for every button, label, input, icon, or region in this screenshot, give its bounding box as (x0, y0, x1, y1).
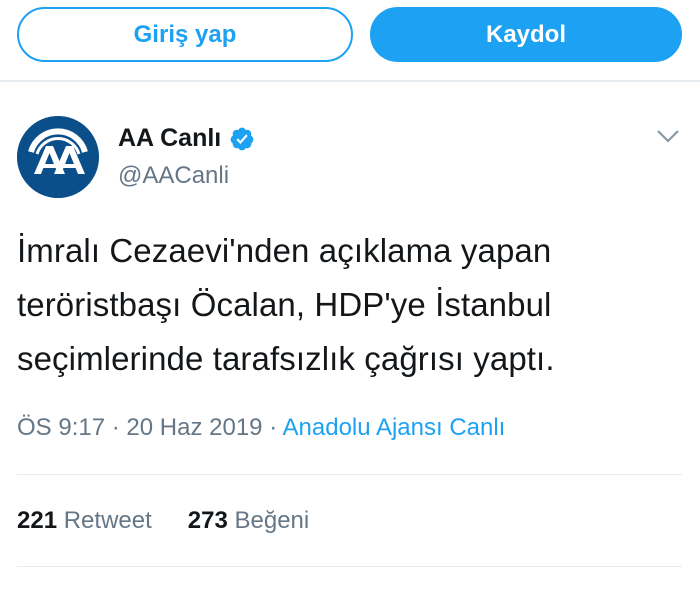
tweet-text-line: seçimlerinde tarafsızlık çağrısı yaptı. (17, 340, 555, 377)
tweet-time[interactable]: ÖS 9:17 (17, 414, 105, 441)
verified-badge-icon (230, 127, 254, 150)
avatar[interactable] (17, 116, 99, 198)
divider (0, 80, 700, 82)
author-name-row[interactable]: AA Canlı (118, 124, 255, 153)
tweet-text-line: teröristbaşı Öcalan, HDP'ye İstanbul (17, 286, 552, 323)
tweet-source-link[interactable]: Anadolu Ajansı Canlı (283, 414, 506, 441)
meta-separator: · (269, 414, 278, 441)
login-button[interactable]: Giriş yap (17, 7, 353, 62)
display-name[interactable]: AA Canlı (118, 124, 221, 153)
user-handle[interactable]: @AACanli (118, 162, 229, 190)
divider (17, 566, 682, 567)
like-stat[interactable]: 273 Beğeni (188, 507, 309, 535)
tweet-stats: 221 Retweet 273 Beğeni (17, 507, 345, 535)
divider (17, 474, 682, 475)
like-count: 273 (187, 507, 228, 534)
retweet-stat[interactable]: 221 Retweet (17, 507, 152, 535)
auth-bar: Giriş yap Kaydol (0, 0, 700, 74)
retweet-count: 221 (17, 507, 58, 534)
like-label: Beğeni (234, 507, 310, 534)
meta-separator: · (111, 414, 120, 441)
tweet-meta: ÖS 9:17 · 20 Haz 2019 · Anadolu Ajansı C… (17, 414, 505, 442)
tweet-text: İmralı Cezaevi'nden açıklama yapan terör… (17, 224, 687, 386)
tweet-date[interactable]: 20 Haz 2019 (126, 414, 262, 441)
signup-button[interactable]: Kaydol (370, 7, 682, 62)
chevron-down-icon[interactable] (654, 126, 682, 146)
retweet-label: Retweet (63, 507, 152, 534)
aa-logo-icon (17, 116, 99, 198)
tweet-text-line: İmralı Cezaevi'nden açıklama yapan (17, 232, 552, 269)
